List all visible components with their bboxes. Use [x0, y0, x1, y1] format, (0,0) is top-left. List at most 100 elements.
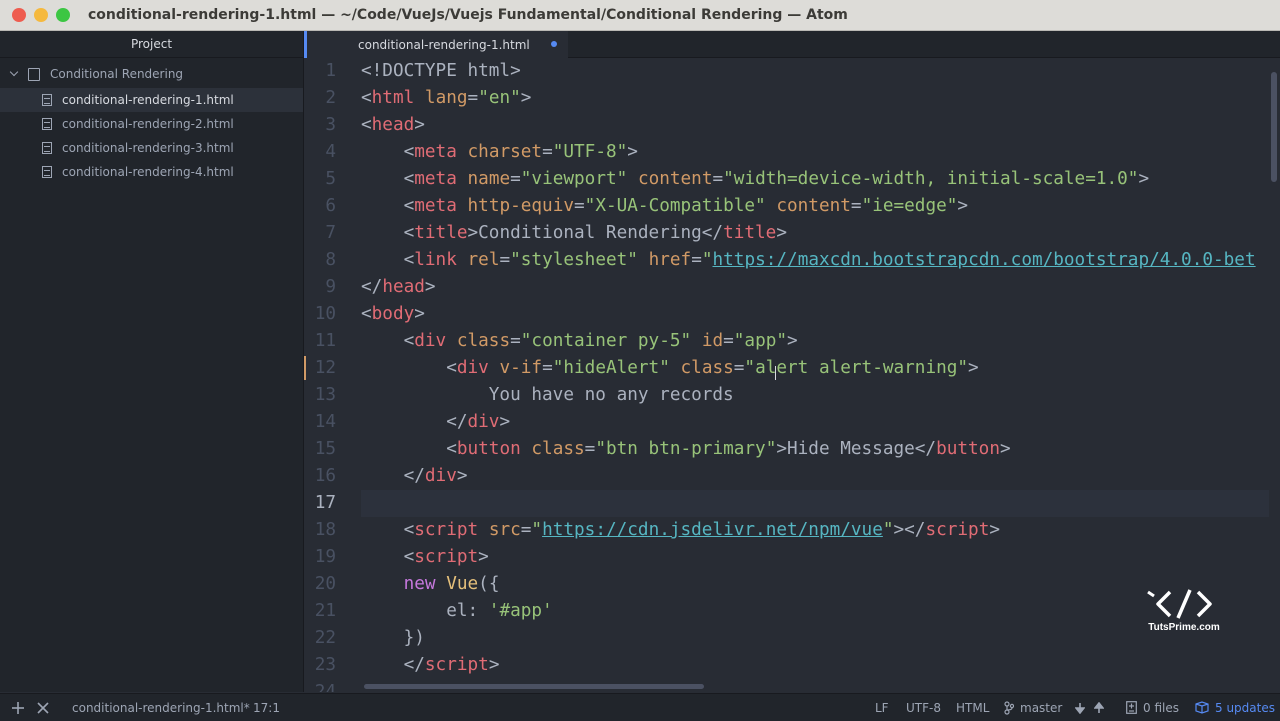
- code-tag: link: [414, 250, 457, 270]
- code-punctuation: [457, 196, 468, 216]
- code-punctuation: >: [999, 439, 1011, 459]
- chevron-down-icon[interactable]: [10, 69, 20, 79]
- code-line[interactable]: 14 </div>: [304, 409, 1280, 436]
- project-root-folder[interactable]: Conditional Rendering: [0, 60, 303, 88]
- code-line[interactable]: 13 You have no any records: [304, 382, 1280, 409]
- line-code: <link rel="stylesheet" href="https://max…: [361, 247, 1256, 274]
- code-tag: script: [925, 520, 990, 540]
- code-string: "hideAlert": [552, 358, 670, 378]
- code-tag: html: [371, 88, 415, 108]
- code-line[interactable]: 5 <meta name="viewport" content="width=d…: [304, 166, 1280, 193]
- minimize-window-button[interactable]: [34, 8, 48, 22]
- code-tag: head: [371, 115, 415, 135]
- tree-file-2[interactable]: conditional-rendering-2.html: [0, 112, 303, 136]
- code-line[interactable]: 6 <meta http-equiv="X-UA-Compatible" con…: [304, 193, 1280, 220]
- line-code: <html lang="en">: [361, 85, 531, 112]
- code-line[interactable]: 11 <div class="container py-5" id="app">: [304, 328, 1280, 355]
- tab-label: conditional-rendering-1.html: [358, 37, 530, 52]
- status-changed-files[interactable]: 0 files: [1126, 694, 1179, 721]
- line-number: 1: [325, 61, 336, 81]
- code-line[interactable]: 12 <div v-if="hideAlert" class="alert al…: [304, 355, 1280, 382]
- file-label: conditional-rendering-1.html: [62, 93, 234, 107]
- code-attribute: id: [701, 331, 724, 351]
- code-line[interactable]: 2 <html lang="en">: [304, 85, 1280, 112]
- code-punctuation: [691, 331, 702, 351]
- line-number: 2: [325, 88, 336, 108]
- code-string: "container py-5": [520, 331, 692, 351]
- status-file-path[interactable]: conditional-rendering-1.html*: [72, 694, 250, 721]
- code-line[interactable]: 4 <meta charset="UTF-8">: [304, 139, 1280, 166]
- line-code: <meta name="viewport" content="width=dev…: [361, 166, 1150, 193]
- horizontal-scrollbar[interactable]: [364, 684, 704, 689]
- status-grammar[interactable]: HTML: [956, 694, 989, 721]
- close-icon[interactable]: [37, 694, 49, 721]
- title-bar: conditional-rendering-1.html — ~/Code/Vu…: [0, 0, 1280, 31]
- code-line[interactable]: 21 el: '#app': [304, 598, 1280, 625]
- line-number: 5: [325, 169, 336, 189]
- line-code: el: '#app': [361, 598, 553, 625]
- code-line[interactable]: 9 </head>: [304, 274, 1280, 301]
- code-punctuation: <: [361, 169, 415, 189]
- code-line[interactable]: 10 <body>: [304, 301, 1280, 328]
- code-line[interactable]: 8 <link rel="stylesheet" href="https://m…: [304, 247, 1280, 274]
- code-punctuation: >: [787, 331, 798, 351]
- line-number: 13: [314, 385, 336, 405]
- code-line[interactable]: 18 <script src="https://cdn.jsdelivr.net…: [304, 517, 1280, 544]
- status-cursor-position[interactable]: 17:1: [253, 694, 280, 721]
- code-line[interactable]: 17: [304, 490, 1280, 517]
- code-line[interactable]: 7 <title>Conditional Rendering</title>: [304, 220, 1280, 247]
- tab-bar: conditional-rendering-1.html: [304, 31, 1280, 58]
- git-push-icon[interactable]: [1094, 694, 1104, 721]
- code-punctuation: =: [510, 169, 521, 189]
- code-tag: script: [424, 655, 489, 675]
- code-punctuation: <: [361, 520, 415, 540]
- code-attribute: rel: [467, 250, 500, 270]
- tree-file-4[interactable]: conditional-rendering-4.html: [0, 160, 303, 184]
- line-code: new Vue({: [361, 571, 500, 598]
- add-icon[interactable]: [11, 694, 25, 721]
- tree-file-3[interactable]: conditional-rendering-3.html: [0, 136, 303, 160]
- modified-dot-icon[interactable]: [551, 41, 557, 47]
- status-encoding[interactable]: UTF-8: [906, 694, 941, 721]
- code-line[interactable]: 3 <head>: [304, 112, 1280, 139]
- code-punctuation: =: [467, 88, 479, 108]
- code-url[interactable]: https://cdn.jsdelivr.net/npm/vue: [542, 520, 883, 540]
- code-punctuation: =: [850, 196, 862, 216]
- code-line[interactable]: 15 <button class="btn btn-primary">Hide …: [304, 436, 1280, 463]
- code-url[interactable]: https://maxcdn.bootstrapcdn.com/bootstra…: [713, 250, 1256, 270]
- line-number: 4: [325, 142, 336, 162]
- code-punctuation: >: [968, 358, 979, 378]
- code-punctuation: [766, 196, 777, 216]
- code-tag: head: [382, 277, 425, 297]
- status-git-branch[interactable]: master: [1004, 694, 1062, 721]
- line-number: 24: [314, 682, 336, 692]
- close-window-button[interactable]: [12, 8, 26, 22]
- code-punctuation: <: [361, 358, 457, 378]
- code-punctuation: <: [361, 223, 415, 243]
- status-updates[interactable]: 5 updates: [1195, 694, 1275, 721]
- status-line-ending[interactable]: LF: [875, 694, 889, 721]
- vertical-scrollbar[interactable]: [1271, 72, 1277, 182]
- git-pull-icon[interactable]: [1075, 694, 1085, 721]
- code-punctuation: >: [414, 304, 425, 324]
- maximize-window-button[interactable]: [56, 8, 70, 22]
- code-punctuation: <!DOCTYPE html>: [361, 61, 521, 81]
- code-punctuation: <: [361, 115, 372, 135]
- code-punctuation: <: [361, 88, 372, 108]
- code-function: Vue: [446, 574, 479, 594]
- code-line[interactable]: 23 </script>: [304, 652, 1280, 679]
- code-line[interactable]: 16 </div>: [304, 463, 1280, 490]
- code-punctuation: >: [989, 520, 1001, 540]
- code-punctuation: You have no any records: [361, 385, 734, 405]
- tree-file-1[interactable]: conditional-rendering-1.html: [0, 88, 303, 112]
- tab-conditional-rendering-1[interactable]: conditional-rendering-1.html: [304, 31, 568, 58]
- code-punctuation: ({: [478, 574, 500, 594]
- code-line[interactable]: 1 <!DOCTYPE html>: [304, 58, 1280, 85]
- code-line[interactable]: 20 new Vue({: [304, 571, 1280, 598]
- line-code: <div class="container py-5" id="app">: [361, 328, 798, 355]
- code-editor[interactable]: 1 <!DOCTYPE html> 2 <html lang="en"> 3 <head>…: [304, 58, 1280, 692]
- file-label: conditional-rendering-4.html: [62, 165, 234, 179]
- sidebar-header[interactable]: Project: [0, 31, 303, 58]
- code-line[interactable]: 19 <script>: [304, 544, 1280, 571]
- code-line[interactable]: 22 }): [304, 625, 1280, 652]
